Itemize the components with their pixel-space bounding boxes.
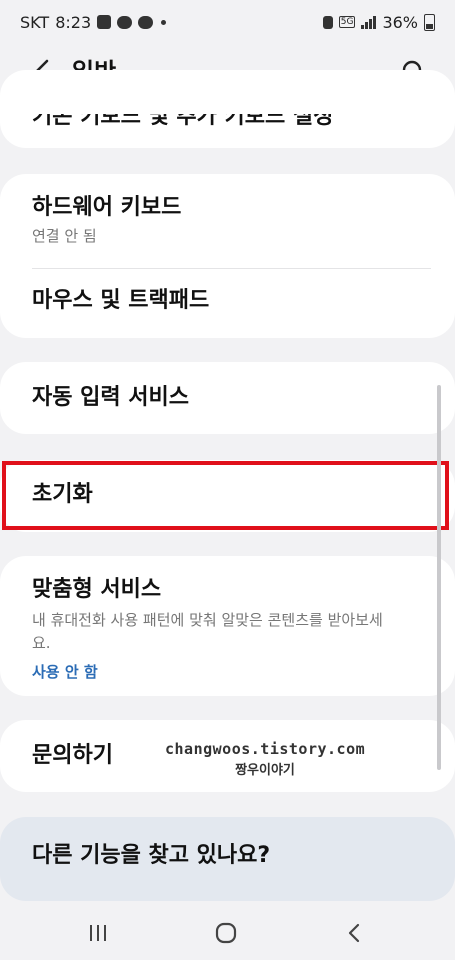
signal-icon	[361, 15, 377, 29]
custom-service-item[interactable]: 맞춤형 서비스 내 휴대전화 사용 패턴에 맞춰 알맞은 콘텐츠를 받아보세요.…	[0, 575, 455, 685]
navigation-bar	[0, 905, 455, 960]
autofill-item[interactable]: 자동 입력 서비스	[0, 383, 455, 419]
more-notifications-icon	[161, 19, 167, 25]
watermark-name: 짱우이야기	[235, 763, 295, 778]
home-icon	[215, 922, 237, 944]
lock-icon	[322, 15, 333, 29]
nav-back-button[interactable]	[336, 915, 372, 951]
mouse-trackpad-title: 마우스 및 트랙패드	[32, 288, 210, 313]
watermark: changwoos.tistory.com 짱우이야기	[165, 740, 365, 778]
hardware-keyboard-status: 연결 안 됨	[32, 227, 97, 245]
status-right: 5G 36%	[322, 12, 435, 32]
keyboard-settings-card	[0, 70, 455, 148]
battery-percent: 36%	[382, 12, 418, 32]
divider	[32, 268, 431, 269]
hardware-keyboard-title: 하드웨어 키보드	[32, 195, 182, 220]
mouse-trackpad-item[interactable]: 마우스 및 트랙패드	[0, 286, 455, 322]
suggestion-card[interactable]: 다른 기능을 찾고 있나요?	[0, 817, 455, 901]
chat-notification-icon	[117, 15, 133, 29]
gallery-notification-icon	[97, 15, 112, 29]
highlight-annotation	[2, 461, 449, 530]
clock: 8:23	[55, 12, 92, 32]
status-left: SKT 8:23	[20, 12, 167, 32]
carrier-label: SKT	[20, 12, 50, 32]
hardware-keyboard-item[interactable]: 하드웨어 키보드 연결 안 됨	[0, 193, 455, 265]
talk-notification-icon	[138, 15, 154, 29]
custom-service-title: 맞춤형 서비스	[32, 577, 162, 602]
custom-service-description: 내 휴대전화 사용 패턴에 맞춰 알맞은 콘텐츠를 받아보세요.	[32, 611, 383, 652]
suggestion-text: 다른 기능을 찾고 있나요?	[32, 843, 271, 868]
keyboard-settings-label: 기본 키보드 및 추가 키보드 설정	[32, 114, 334, 129]
autofill-title: 자동 입력 서비스	[32, 385, 189, 410]
keyboard-settings-item[interactable]: 기본 키보드 및 추가 키보드 설정	[32, 114, 333, 132]
status-bar: SKT 8:23 5G 36%	[0, 0, 455, 44]
custom-service-status: 사용 안 함	[32, 663, 98, 681]
watermark-url: changwoos.tistory.com	[165, 740, 366, 758]
home-button[interactable]	[208, 915, 244, 951]
battery-icon	[424, 13, 435, 31]
recents-icon	[90, 925, 106, 941]
scrollbar[interactable]	[437, 385, 441, 770]
nav-back-icon	[348, 923, 360, 943]
network-type-icon: 5G	[338, 16, 356, 28]
recents-button[interactable]	[80, 915, 116, 951]
